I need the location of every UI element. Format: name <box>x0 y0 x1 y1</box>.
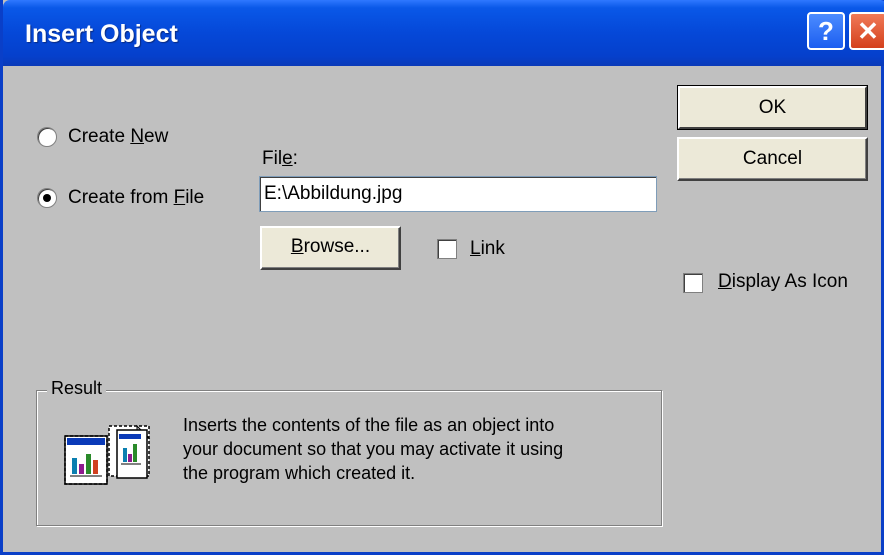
display-as-icon-label[interactable]: Display As Icon <box>718 271 848 293</box>
file-path-input[interactable]: E:\Abbildung.jpg <box>259 176 657 212</box>
close-button[interactable]: ✕ <box>849 12 884 50</box>
result-line-1: Inserts the contents of the file as an o… <box>183 415 555 435</box>
file-label: File: <box>262 148 298 170</box>
display-as-icon-mnemonic: D <box>718 271 732 292</box>
create-new-label-rest: ew <box>144 126 169 147</box>
create-new-mnemonic: N <box>130 126 145 147</box>
cancel-label: Cancel <box>742 148 803 169</box>
link-checkbox[interactable] <box>437 239 457 259</box>
embedded-object-icon <box>64 424 151 485</box>
insert-object-dialog: Insert Object ? ✕ Create New Create from… <box>0 0 884 555</box>
ok-label: OK <box>758 97 787 118</box>
create-new-label-text: Create <box>68 126 131 147</box>
browse-mnemonic: B <box>290 236 304 257</box>
create-from-file-label-rest: ile <box>185 187 205 208</box>
file-label-mnemonic: e <box>282 148 293 169</box>
result-line-2: your document so that you may activate i… <box>183 439 564 459</box>
result-legend: Result <box>47 378 107 399</box>
radio-selected-dot <box>43 194 51 202</box>
link-label-text: ink <box>480 238 505 259</box>
link-mnemonic: L <box>470 238 481 259</box>
file-label-colon: : <box>292 148 298 169</box>
file-label-text: Fil <box>262 148 283 169</box>
display-as-icon-checkbox[interactable] <box>683 273 703 293</box>
cancel-button[interactable]: Cancel <box>677 137 868 181</box>
file-path-value: E:\Abbildung.jpg <box>264 183 403 204</box>
create-from-file-label[interactable]: Create from File <box>68 187 204 209</box>
create-new-label[interactable]: Create New <box>68 126 168 148</box>
ok-button[interactable]: OK <box>677 85 868 130</box>
dialog-title: Insert Object <box>25 20 178 48</box>
help-button[interactable]: ? <box>807 12 845 50</box>
link-label[interactable]: Link <box>470 238 505 260</box>
create-new-radio[interactable] <box>37 127 57 147</box>
display-as-icon-label-text: isplay As Icon <box>731 271 848 292</box>
create-from-file-radio[interactable] <box>37 188 57 208</box>
title-bar[interactable]: Insert Object ? ✕ <box>3 0 884 66</box>
browse-button[interactable]: Browse... <box>260 226 401 270</box>
browse-label: rowse... <box>303 236 371 257</box>
result-line-3: the program which created it. <box>183 463 416 483</box>
create-from-file-label-text: Create from <box>68 187 174 208</box>
result-description: Inserts the contents of the file as an o… <box>183 413 653 485</box>
create-from-file-mnemonic: F <box>173 187 186 208</box>
